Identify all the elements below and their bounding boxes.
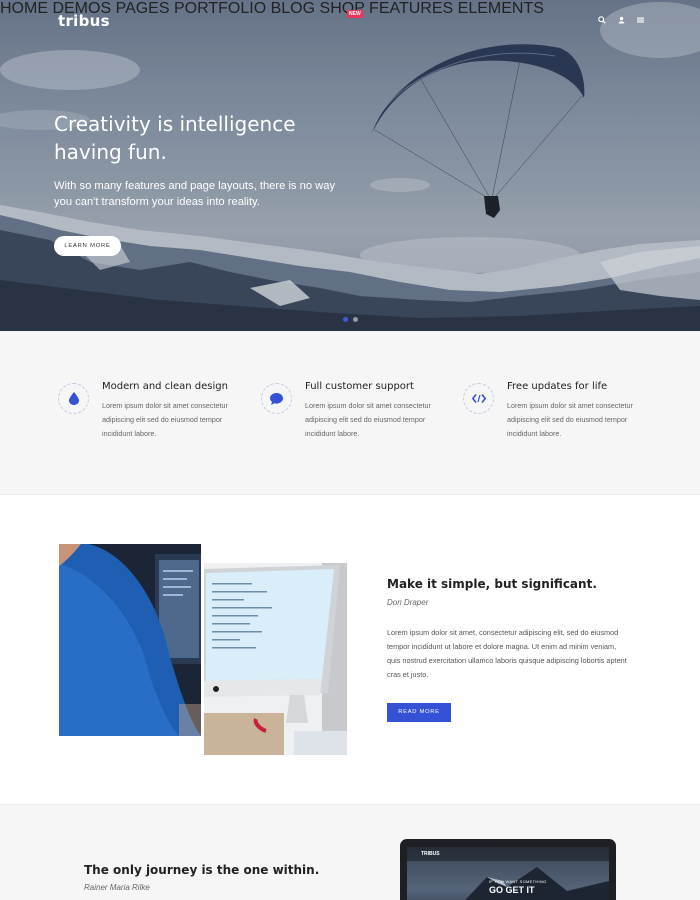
slider-pagination: [343, 317, 358, 322]
nav-item-pages[interactable]: PAGES: [116, 0, 170, 17]
quote-author: Rainer Maria Rilke: [84, 883, 150, 892]
quote-title: The only journey is the one within.: [84, 863, 320, 877]
drop-icon: [58, 383, 89, 414]
quote-section: The only journey is the one within. Rain…: [0, 805, 700, 900]
about-title: Make it simple, but significant.: [387, 577, 597, 591]
laptop-small-text: IF YOU WANT SOMETHING: [489, 879, 547, 884]
feature-text: Lorem ipsum dolor sit amet consectetur a…: [102, 401, 228, 438]
person-at-computer-image: [59, 544, 201, 736]
hero-title-line1: Creativity is intelligence: [54, 112, 296, 136]
top-navigation: tribus HOME DEMOS NEW PAGES PORTFOLIO BL…: [0, 0, 700, 44]
hero-subtitle: With so many features and page layouts, …: [54, 180, 336, 208]
read-more-button[interactable]: READ MORE: [387, 703, 451, 722]
search-icon[interactable]: [598, 16, 606, 26]
features-section: Modern and clean design Lorem ipsum dolo…: [0, 331, 700, 495]
nav-item-portfolio[interactable]: PORTFOLIO: [174, 0, 266, 17]
user-icon[interactable]: [618, 16, 625, 26]
hero-title: Creativity is intelligence having fun.: [54, 110, 354, 166]
new-badge: NEW: [347, 10, 363, 18]
code-icon: [463, 383, 494, 414]
nav-item-home[interactable]: HOME: [0, 0, 48, 17]
laptop-logo: TRIBUS: [421, 851, 440, 857]
learn-more-button[interactable]: LEARN MORE: [54, 236, 121, 256]
feature-title: Free updates for life: [507, 381, 608, 392]
laptop-screen: TRIBUS IF YOU WANT SOMETHING GO GET IT: [407, 847, 609, 900]
laptop-headline: GO GET IT: [489, 885, 535, 895]
feature-title: Modern and clean design: [102, 381, 228, 392]
nav-item-features[interactable]: FEATURES: [369, 0, 453, 17]
hero-title-line2: having fun.: [54, 140, 167, 164]
chat-icon: [261, 383, 292, 414]
hero-section: tribus HOME DEMOS NEW PAGES PORTFOLIO BL…: [0, 0, 700, 331]
slider-dot-1[interactable]: [343, 317, 348, 322]
monitor-image: [204, 563, 347, 755]
nav-item-elements[interactable]: ELEMENTS: [458, 0, 544, 17]
feature-text: Lorem ipsum dolor sit amet consectetur a…: [507, 401, 633, 438]
feature-text: Lorem ipsum dolor sit amet consectetur a…: [305, 401, 431, 438]
feature-title: Full customer support: [305, 381, 414, 392]
menu-icon[interactable]: [637, 16, 644, 26]
laptop-mockup: TRIBUS IF YOU WANT SOMETHING GO GET IT: [400, 839, 616, 900]
about-author: Don Draper: [387, 598, 429, 607]
site-logo[interactable]: tribus: [58, 12, 110, 30]
nav-item-blog[interactable]: BLOG: [271, 0, 315, 17]
about-section: Make it simple, but significant. Don Dra…: [0, 495, 700, 805]
about-text: Lorem ipsum dolor sit amet, consectetur …: [387, 628, 627, 679]
slider-dot-2[interactable]: [353, 317, 358, 322]
